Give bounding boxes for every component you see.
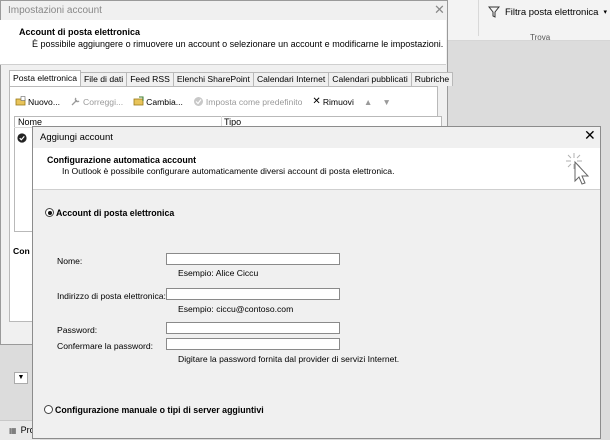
filter-email-label: Filtra posta elettronica: [505, 6, 599, 18]
email-label: Indirizzo di posta elettronica:: [57, 291, 166, 301]
repair-button[interactable]: Correggi...: [70, 96, 123, 107]
confirm-password-field[interactable]: [166, 338, 340, 350]
password-field[interactable]: [166, 322, 340, 334]
dialog-subheading: In Outlook è possibile configurare autom…: [62, 166, 395, 176]
email-account-radio[interactable]: [45, 208, 54, 217]
dialog-heading: Configurazione automatica account: [47, 155, 197, 165]
change-account-icon: [133, 96, 144, 106]
close-icon[interactable]: ✕: [584, 127, 596, 144]
remove-button-label: Rimuovi: [322, 96, 354, 107]
repair-button-label: Correggi...: [83, 96, 124, 107]
wrench-icon: [71, 97, 80, 106]
dialog-title: Aggiungi account: [40, 132, 113, 143]
tab-address-books[interactable]: Rubriche: [410, 72, 454, 86]
name-label: Nome:: [57, 256, 83, 266]
account-toolbar: Nuovo... Correggi... Cambia... Imposta c…: [15, 96, 391, 107]
ribbon-divider: [478, 0, 479, 36]
change-button-label: Cambia...: [146, 96, 183, 107]
gear-icon: ▦: [9, 425, 17, 435]
cursor-sparkle-icon: [566, 153, 590, 185]
tab-bar: Posta elettronica File di dati Feed RSS …: [9, 70, 454, 86]
tab-rss-feeds[interactable]: Feed RSS: [126, 72, 174, 86]
move-down-icon[interactable]: ▼: [382, 97, 391, 107]
page-subtitle: È possibile aggiungere o rimuovere un ac…: [32, 39, 444, 49]
email-field[interactable]: [166, 288, 340, 300]
close-icon[interactable]: ✕: [434, 2, 445, 18]
set-default-button[interactable]: Imposta come predefinito: [193, 96, 303, 107]
tab-data-files[interactable]: File di dati: [80, 72, 128, 86]
new-account-icon: [15, 96, 26, 106]
tab-internet-calendars[interactable]: Calendari Internet: [252, 72, 330, 86]
check-circle-icon: [193, 97, 203, 106]
default-account-check-icon: [17, 133, 27, 143]
new-button-label: Nuovo...: [28, 96, 61, 107]
funnel-icon: [488, 6, 500, 18]
manual-setup-option-label[interactable]: Configurazione manuale o tipi di server …: [55, 405, 264, 415]
remove-button[interactable]: ✕ Rimuovi: [312, 96, 353, 107]
chevron-down-icon: ▾: [603, 9, 607, 16]
confirm-password-label: Confermare la password:: [57, 341, 154, 351]
page-title: Account di posta elettronica: [19, 27, 141, 37]
name-field[interactable]: [166, 253, 340, 265]
email-account-option-label[interactable]: Account di posta elettronica: [56, 208, 174, 218]
status-item[interactable]: ▦ Pro: [9, 425, 35, 435]
email-hint: Esempio: ciccu@contoso.com: [178, 304, 294, 314]
connection-label: Con: [13, 246, 30, 256]
scroll-down-icon[interactable]: ▼: [14, 372, 28, 384]
change-button[interactable]: Cambia...: [133, 96, 183, 107]
tab-published-calendars[interactable]: Calendari pubblicati: [328, 72, 412, 86]
set-default-button-label: Imposta come predefinito: [205, 96, 303, 107]
password-label: Password:: [57, 325, 98, 335]
ribbon-group-label: Trova: [530, 33, 551, 42]
tab-sharepoint-lists[interactable]: Elenchi SharePoint: [172, 72, 254, 86]
remove-x-icon: ✕: [312, 96, 321, 107]
password-hint: Digitare la password fornita dal provide…: [178, 354, 400, 364]
tab-email[interactable]: Posta elettronica: [9, 70, 82, 86]
move-up-icon[interactable]: ▲: [364, 97, 373, 107]
window-title: Impostazioni account: [8, 5, 102, 16]
new-button[interactable]: Nuovo...: [15, 96, 60, 107]
manual-setup-radio[interactable]: [44, 405, 53, 414]
filter-email-button[interactable]: Filtra posta elettronica ▾: [488, 5, 607, 19]
name-hint: Esempio: Alice Ciccu: [178, 268, 259, 278]
